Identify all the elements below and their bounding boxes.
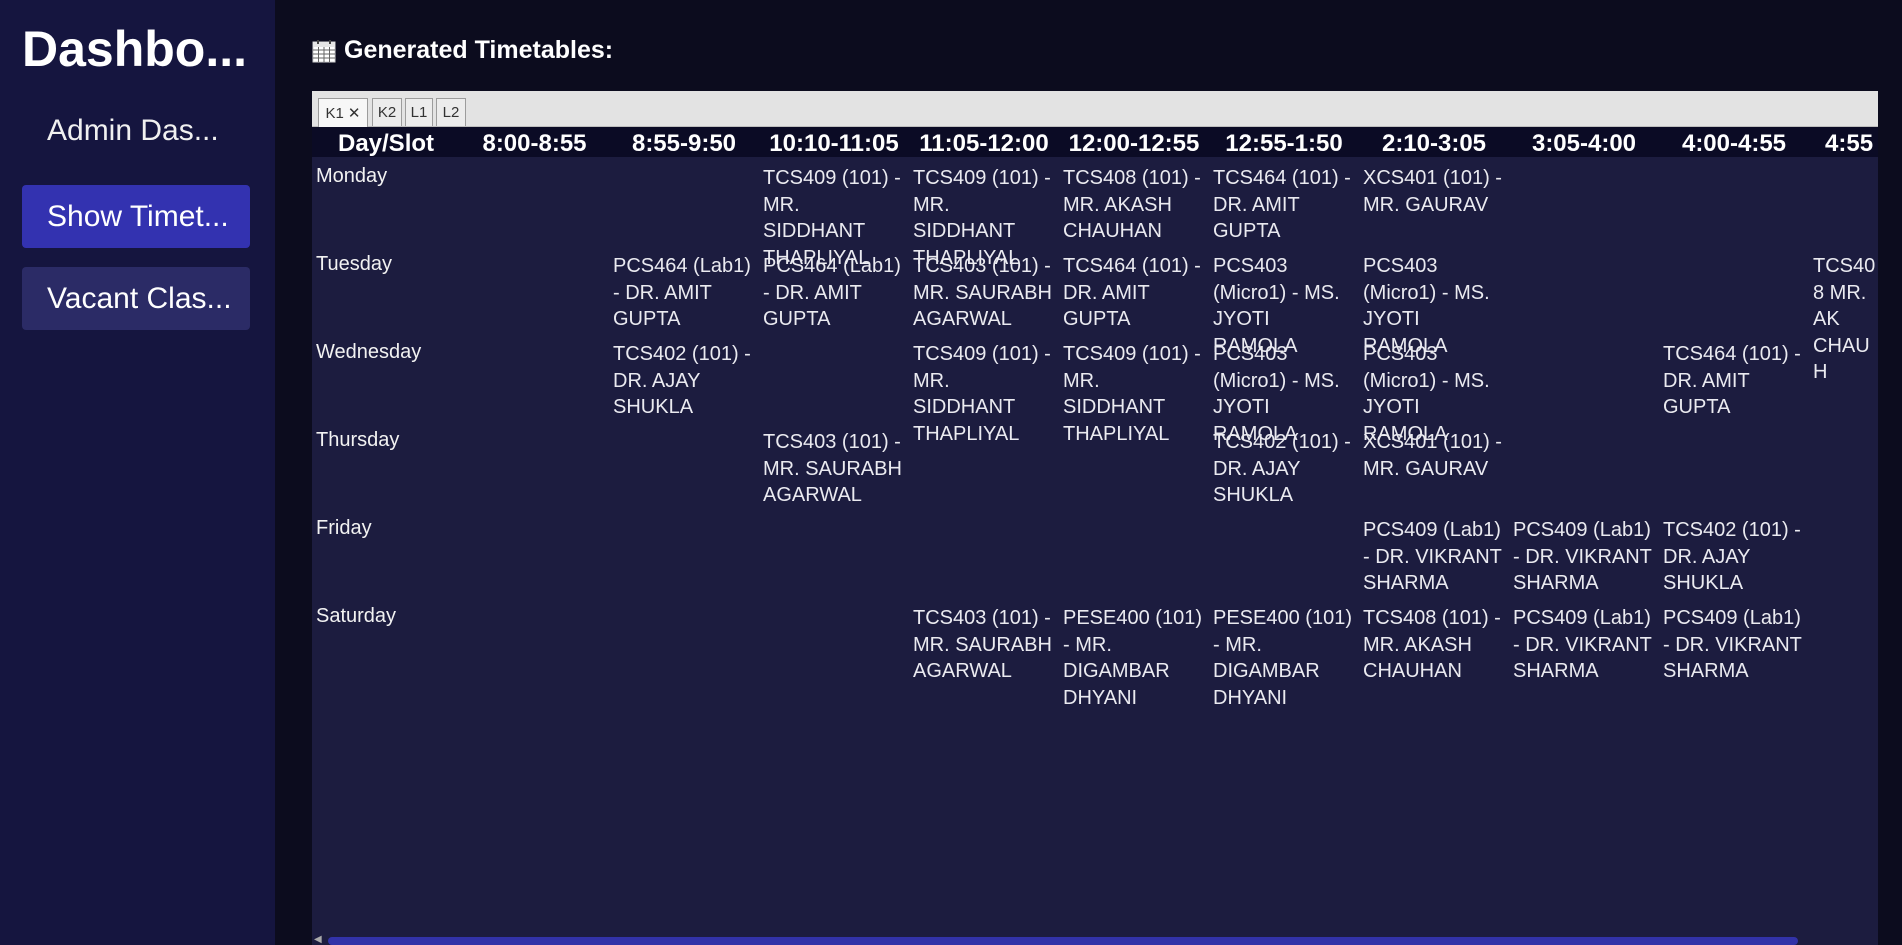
timetable-cell: TCS403 (101) - MR. SAURABH AGARWAL [763, 431, 902, 506]
column-header-slot: 12:55-1:50 [1225, 130, 1343, 157]
timetable-cell: TCS402 (101) - DR. AJAY SHUKLA [1663, 519, 1801, 594]
close-icon[interactable]: ✕ [348, 104, 361, 122]
column-header-slot: 11:05-12:00 [919, 130, 1049, 157]
page-title: Generated Timetables: [344, 36, 614, 64]
scroll-left-icon[interactable]: ◀ [314, 934, 322, 945]
tab-label: L2 [442, 104, 460, 121]
tab-l2[interactable]: L2 [436, 98, 466, 126]
timetable-cell: PCS409 (Lab1) - DR. VIKRANT SHARMA [1663, 607, 1802, 682]
row-label-day: Thursday [316, 429, 400, 451]
column-header-slot: 4:00-4:55 [1681, 130, 1787, 157]
sidebar-title: Dashbo... [22, 21, 248, 77]
timetable-panel: K1 ✕ K2 L1 L2 Day/Slot 8:00-8:55 8:55-9:50… [312, 91, 1878, 945]
timetable-cell: PCS409 (Lab1) - DR. VIKRANT SHARMA [1513, 607, 1652, 682]
tab-label: K2 [377, 104, 397, 121]
timetable-cell: TCS464 (101) - DR. AMIT GUPTA [1663, 343, 1801, 418]
column-header-slot: 8:00-8:55 [482, 130, 587, 157]
timetable-cell: TCS409 (101) - MR. SIDDHANT THAPLIYAL [1063, 343, 1201, 445]
timetable-cell: PCS409 (Lab1) - DR. VIKRANT SHARMA [1363, 519, 1502, 594]
row-label-day: Tuesday [316, 253, 392, 275]
timetable-cell: PCS464 (Lab1) - DR. AMIT GUPTA [613, 255, 751, 330]
row-label-day: Wednesday [316, 341, 422, 363]
row-label-day: Friday [316, 517, 372, 539]
timetable-cell: TCS409 (101) - MR. SIDDHANT THAPLIYAL [913, 343, 1051, 445]
admin-dashboard-link[interactable]: Admin Das... [47, 114, 219, 148]
column-header-slot: 10:10-11:05 [769, 130, 899, 157]
timetable-cell: XCS401 (101) - MR. GAURAV [1363, 431, 1502, 480]
sidebar: Dashbo... Admin Das... Show Timet... Vac… [0, 0, 275, 945]
page-heading: Generated Timetables: [312, 36, 613, 65]
column-header-day-slot: Day/Slot [337, 130, 435, 157]
show-timetable-button[interactable]: Show Timet... [22, 185, 250, 248]
timetable-cell: TCS408 MR. AK CHAUH [1813, 255, 1876, 383]
vacant-classes-button[interactable]: Vacant Clas... [22, 267, 250, 330]
timetable-cell: TCS403 (101) - MR. SAURABH AGARWAL [913, 607, 1052, 682]
calendar-icon [312, 39, 336, 63]
timetable-cell: PESE400 (101) - MR. DIGAMBAR DHYANI [1063, 607, 1202, 709]
timetable-cell: TCS464 (101) - DR. AMIT GUPTA [1213, 167, 1351, 242]
tab-l1[interactable]: L1 [405, 98, 433, 126]
timetable-cell: TCS408 (101) - MR. AKASH CHAUHAN [1063, 167, 1201, 242]
timetable-cell: TCS464 (101) - DR. AMIT GUPTA [1063, 255, 1201, 330]
timetable-cell: TCS408 (101) - MR. AKASH CHAUHAN [1363, 607, 1501, 682]
timetable-cell: TCS402 (101) - DR. AJAY SHUKLA [1213, 431, 1351, 506]
timetable-cell: PESE400 (101) - MR. DIGAMBAR DHYANI [1213, 607, 1352, 709]
column-header-slot: 3:05-4:00 [1531, 130, 1637, 157]
tab-bar: K1 ✕ K2 L1 L2 [312, 91, 1878, 127]
tab-label: L1 [410, 104, 428, 121]
tab-k2[interactable]: K2 [372, 98, 402, 126]
timetable-cell: TCS403 (101) - MR. SAURABH AGARWAL [913, 255, 1052, 330]
tab-label: K1 [325, 104, 344, 122]
horizontal-scrollbar[interactable]: ◀ [312, 934, 1878, 945]
timetable-cell: TCS402 (101) - DR. AJAY SHUKLA [613, 343, 751, 418]
column-header-slot: 12:00-12:55 [1068, 130, 1200, 157]
row-label-day: Saturday [316, 605, 397, 627]
column-header-slot: 8:55-9:50 [631, 130, 737, 157]
timetable-cell: PCS464 (Lab1) - DR. AMIT GUPTA [763, 255, 901, 330]
scrollbar-thumb[interactable] [328, 937, 1798, 945]
column-header-slot: 4:55 [1825, 130, 1874, 157]
timetable-cell: PCS409 (Lab1) - DR. VIKRANT SHARMA [1513, 519, 1652, 594]
row-label-day: Monday [316, 165, 388, 187]
column-header-slot: 2:10-3:05 [1381, 130, 1487, 157]
timetable-header-row: Day/Slot 8:00-8:55 8:55-9:50 10:10-11:05 11:… [312, 127, 1878, 157]
tab-k1[interactable]: K1 ✕ [318, 98, 368, 127]
timetable-cell: XCS401 (101) - MR. GAURAV [1363, 167, 1502, 216]
